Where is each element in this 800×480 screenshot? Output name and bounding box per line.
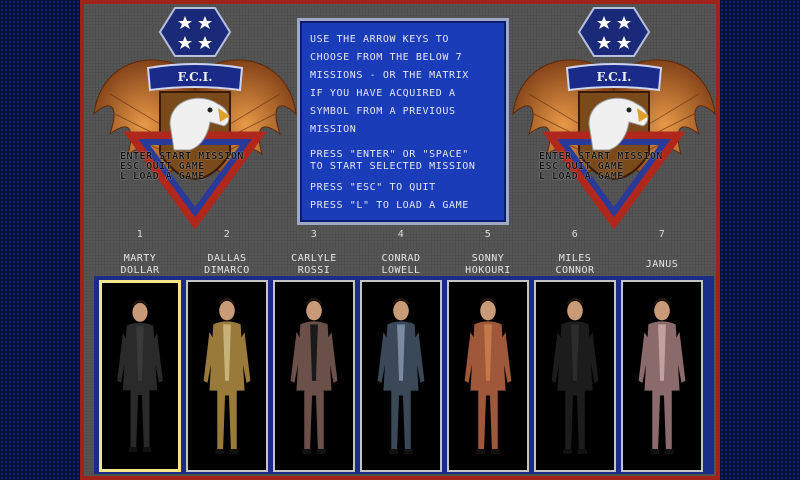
agent-number: 2 [223,229,231,240]
agent-label: 1 MARTY DOLLAR [97,229,183,277]
load-instruction: PRESS "L" TO LOAD A GAME [310,200,469,211]
agent-label: 7 JANUS [619,229,705,271]
agent-number: 3 [310,229,318,240]
agent-portrait [290,298,338,454]
agent-portrait [551,298,599,454]
agent-portrait [117,300,163,452]
eagle-emblem-icon [512,7,716,230]
agent-portrait [464,298,512,454]
mission-select-screen: F.C.I. ENTER START MISSION ESC QUIT GAME… [84,4,716,476]
agent-label: 6 MILES CONNOR [532,229,618,277]
instruction-line: MISSIONS - OR THE MATRIX [310,70,469,81]
fci-label: F.C.I. [177,70,213,84]
agent-name-line: CONRAD [381,253,421,264]
instructions-panel: USE THE ARROW KEYS TO CHOOSE FROM THE BE… [297,18,509,225]
agent-label: 4 CONRAD LOWELL [358,229,444,277]
instruction-line: IF YOU HAVE ACQUIRED A [310,88,456,99]
fci-emblem-left: F.C.I. ENTER START MISSION ESC QUIT GAME… [90,4,300,234]
instruction-line: MISSION [310,124,357,135]
agent-slot[interactable] [360,280,442,472]
agent-number: 5 [484,229,492,240]
agent-number: 6 [571,229,579,240]
agent-slot[interactable] [534,280,616,472]
agent-portrait [377,298,425,454]
enter-instruction: PRESS "ENTER" OR "SPACE" [310,149,469,160]
fci-emblem-right: F.C.I. ENTER START MISSION ESC QUIT GAME… [509,4,716,234]
agent-number: 1 [136,229,144,240]
agent-name-line: MARTY [123,253,157,264]
esc-instruction: PRESS "ESC" TO QUIT [310,182,436,193]
agent-slot[interactable] [99,280,181,472]
instruction-line: CHOOSE FROM THE BELOW 7 [310,52,463,63]
game-window: F.C.I. ENTER START MISSION ESC QUIT GAME… [80,0,720,480]
agent-label: 5 SONNY HOKOURI [445,229,531,277]
agent-name-line: DALLAS [207,253,247,264]
agent-name-line: JANUS [645,259,679,270]
enter-instruction: TO START SELECTED MISSION [310,161,476,172]
instruction-line: SYMBOL FROM A PREVIOUS [310,106,456,117]
instruction-line: USE THE ARROW KEYS TO [310,34,450,45]
agent-name-line: CARLYLE [291,253,337,264]
agent-portrait [203,298,251,454]
agent-label: 2 DALLAS DIMARCO [184,229,270,277]
agent-name-line: MILES [558,253,592,264]
agent-roster [94,276,714,474]
eagle-emblem-icon [93,7,297,230]
agent-slot[interactable] [273,280,355,472]
fci-label: F.C.I. [596,70,632,84]
agent-name-line: SONNY [471,253,505,264]
agent-label: 3 CARLYLE ROSSI [271,229,357,277]
agent-slot[interactable] [621,280,703,472]
agent-slot[interactable] [186,280,268,472]
agent-portrait [638,298,686,454]
agent-labels-row: 1 MARTY DOLLAR 2 DALLAS DIMARCO 3 CARLYLE ROSSI 4… [94,229,714,279]
agent-number: 7 [658,229,666,240]
agent-number: 4 [397,229,405,240]
agent-slot[interactable] [447,280,529,472]
